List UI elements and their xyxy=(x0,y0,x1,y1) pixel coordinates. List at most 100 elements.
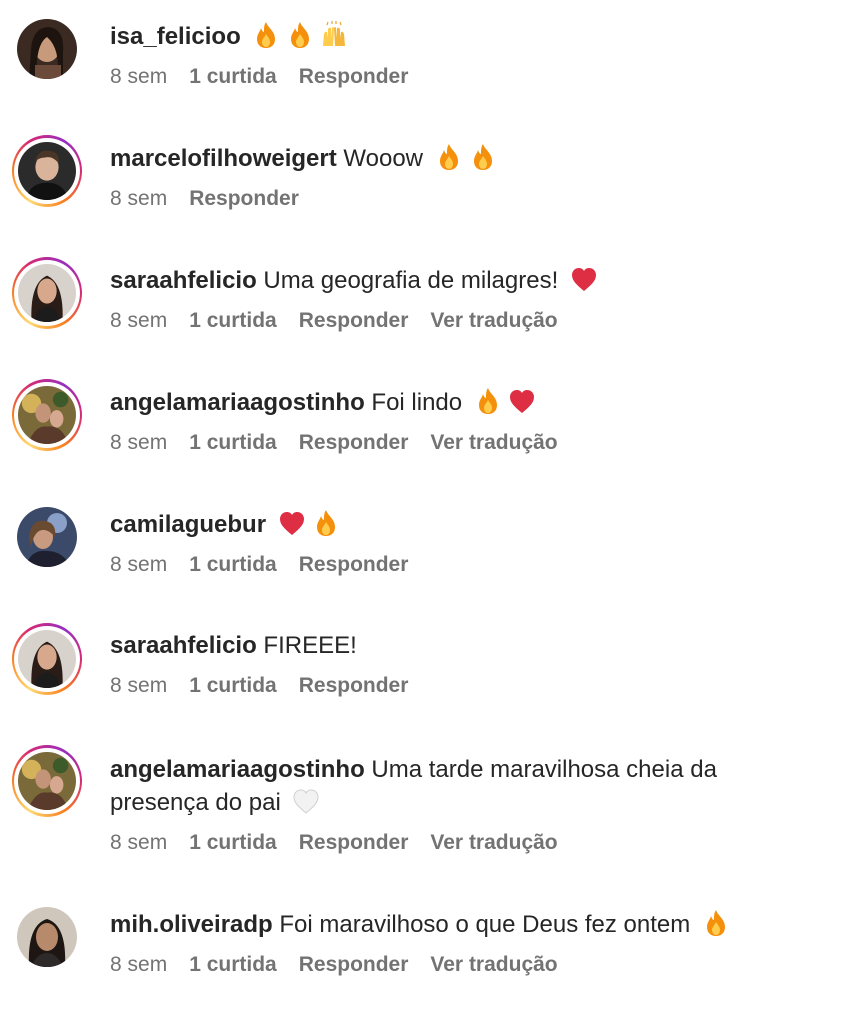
likes-count[interactable]: 1 curtida xyxy=(189,309,277,333)
comment-time: 8 sem xyxy=(110,187,168,210)
emoji-group xyxy=(287,789,321,816)
emoji-group xyxy=(247,20,349,50)
comment-list: isa_felicioo 8 sem 1 curtida Responder m… xyxy=(0,0,845,1024)
reply-button[interactable]: Responder xyxy=(189,187,299,211)
comment-body: saraahfelicio FIREEE! 8 sem 1 curtida Re… xyxy=(110,630,810,698)
story-ring xyxy=(12,745,82,817)
avatar-photo xyxy=(18,630,76,688)
reply-button[interactable]: Responder xyxy=(299,431,409,455)
comment-meta: 8 sem 1 curtida Responder Ver tradução xyxy=(110,831,800,855)
fire-emoji-icon xyxy=(473,386,503,416)
translate-button[interactable]: Ver tradução xyxy=(430,431,557,455)
likes-count[interactable]: 1 curtida xyxy=(189,431,277,455)
red-heart-emoji-icon xyxy=(277,508,307,538)
username-link[interactable]: saraahfelicio xyxy=(110,632,257,659)
comment-body: angelamariaagostinho Foi lindo 8 sem 1 c… xyxy=(110,386,810,455)
comment-line: saraahfelicio Uma geografia de milagres! xyxy=(110,264,810,297)
comment-time: 8 sem xyxy=(110,309,168,332)
comment-meta: 8 sem 1 curtida Responder xyxy=(110,553,810,577)
raised-hands-emoji-icon xyxy=(319,20,349,50)
avatar-photo xyxy=(18,142,76,200)
reply-button[interactable]: Responder xyxy=(299,309,409,333)
comment-text: Foi lindo xyxy=(371,389,463,416)
username-link[interactable]: camilaguebur xyxy=(110,511,266,538)
avatar[interactable] xyxy=(12,257,82,329)
comment-text: Wooow xyxy=(343,145,423,172)
username-link[interactable]: mih.oliveiradp xyxy=(110,911,273,938)
translate-button[interactable]: Ver tradução xyxy=(430,953,557,977)
comment-time: 8 sem xyxy=(110,831,168,854)
story-ring xyxy=(12,379,82,451)
comment-line: isa_felicioo xyxy=(110,20,810,53)
comment-line: marcelofilhoweigert Wooow xyxy=(110,142,810,175)
comment-body: camilaguebur 8 sem 1 curtida Responder xyxy=(110,508,810,577)
red-heart-emoji-icon xyxy=(569,264,599,294)
avatar-photo xyxy=(18,752,76,810)
red-heart-emoji-icon xyxy=(507,386,537,416)
story-ring xyxy=(12,257,82,329)
likes-count[interactable]: 1 curtida xyxy=(189,831,277,855)
avatar[interactable] xyxy=(12,379,82,451)
username-link[interactable]: angelamariaagostinho xyxy=(110,756,365,783)
avatar[interactable] xyxy=(12,14,82,84)
avatar[interactable] xyxy=(12,135,82,207)
comment-line: angelamariaagostinho Uma tarde maravilho… xyxy=(110,754,800,819)
avatar-photo xyxy=(17,19,77,79)
comment-meta: 8 sem 1 curtida Responder xyxy=(110,674,810,698)
comment-meta: 8 sem 1 curtida Responder Ver tradução xyxy=(110,431,810,455)
emoji-group xyxy=(697,910,731,938)
avatar-photo xyxy=(17,907,77,967)
avatar-photo xyxy=(18,264,76,322)
white-heart-emoji-icon xyxy=(291,786,321,816)
username-link[interactable]: isa_felicioo xyxy=(110,23,241,50)
translate-button[interactable]: Ver tradução xyxy=(430,831,557,855)
avatar[interactable] xyxy=(12,745,82,817)
avatar[interactable] xyxy=(12,502,82,572)
username-link[interactable]: angelamariaagostinho xyxy=(110,389,365,416)
likes-count[interactable]: 1 curtida xyxy=(189,553,277,577)
comment-line: mih.oliveiradp Foi maravilhoso o que Deu… xyxy=(110,908,810,941)
story-ring xyxy=(12,623,82,695)
comment-body: mih.oliveiradp Foi maravilhoso o que Deu… xyxy=(110,908,810,977)
reply-button[interactable]: Responder xyxy=(299,831,409,855)
likes-count[interactable]: 1 curtida xyxy=(189,953,277,977)
comment-time: 8 sem xyxy=(110,65,168,88)
fire-emoji-icon xyxy=(468,142,498,172)
username-link[interactable]: marcelofilhoweigert xyxy=(110,145,337,172)
comment-meta: 8 sem Responder xyxy=(110,187,810,211)
comment-body: marcelofilhoweigert Wooow 8 sem Responde… xyxy=(110,142,810,211)
translate-button[interactable]: Ver tradução xyxy=(430,309,557,333)
avatar-photo xyxy=(18,386,76,444)
username-link[interactable]: saraahfelicio xyxy=(110,267,257,294)
comment-body: isa_felicioo 8 sem 1 curtida Responder xyxy=(110,20,810,89)
comment-meta: 8 sem 1 curtida Responder Ver tradução xyxy=(110,953,810,977)
comment-time: 8 sem xyxy=(110,431,168,454)
reply-button[interactable]: Responder xyxy=(299,953,409,977)
avatar[interactable] xyxy=(12,902,82,972)
emoji-group xyxy=(469,386,537,416)
comment-time: 8 sem xyxy=(110,674,168,697)
likes-count[interactable]: 1 curtida xyxy=(189,65,277,89)
likes-count[interactable]: 1 curtida xyxy=(189,674,277,698)
reply-button[interactable]: Responder xyxy=(299,553,409,577)
avatar-photo xyxy=(17,507,77,567)
emoji-group xyxy=(273,508,341,538)
comment-meta: 8 sem 1 curtida Responder xyxy=(110,65,810,89)
comment-line: saraahfelicio FIREEE! xyxy=(110,630,810,662)
comment-line: camilaguebur xyxy=(110,508,810,541)
comment-text: FIREEE! xyxy=(263,632,357,659)
fire-emoji-icon xyxy=(311,508,341,538)
emoji-group xyxy=(430,142,498,172)
comment-text: Uma geografia de milagres! xyxy=(263,267,559,294)
fire-emoji-icon xyxy=(251,20,281,50)
reply-button[interactable]: Responder xyxy=(299,674,409,698)
reply-button[interactable]: Responder xyxy=(299,65,409,89)
comment-line: angelamariaagostinho Foi lindo xyxy=(110,386,810,419)
avatar[interactable] xyxy=(12,623,82,695)
comment-meta: 8 sem 1 curtida Responder Ver tradução xyxy=(110,309,810,333)
emoji-group xyxy=(565,267,599,294)
fire-emoji-icon xyxy=(434,142,464,172)
comment-time: 8 sem xyxy=(110,953,168,976)
comment-text: Foi maravilhoso o que Deus fez ontem xyxy=(279,911,691,938)
fire-emoji-icon xyxy=(285,20,315,50)
